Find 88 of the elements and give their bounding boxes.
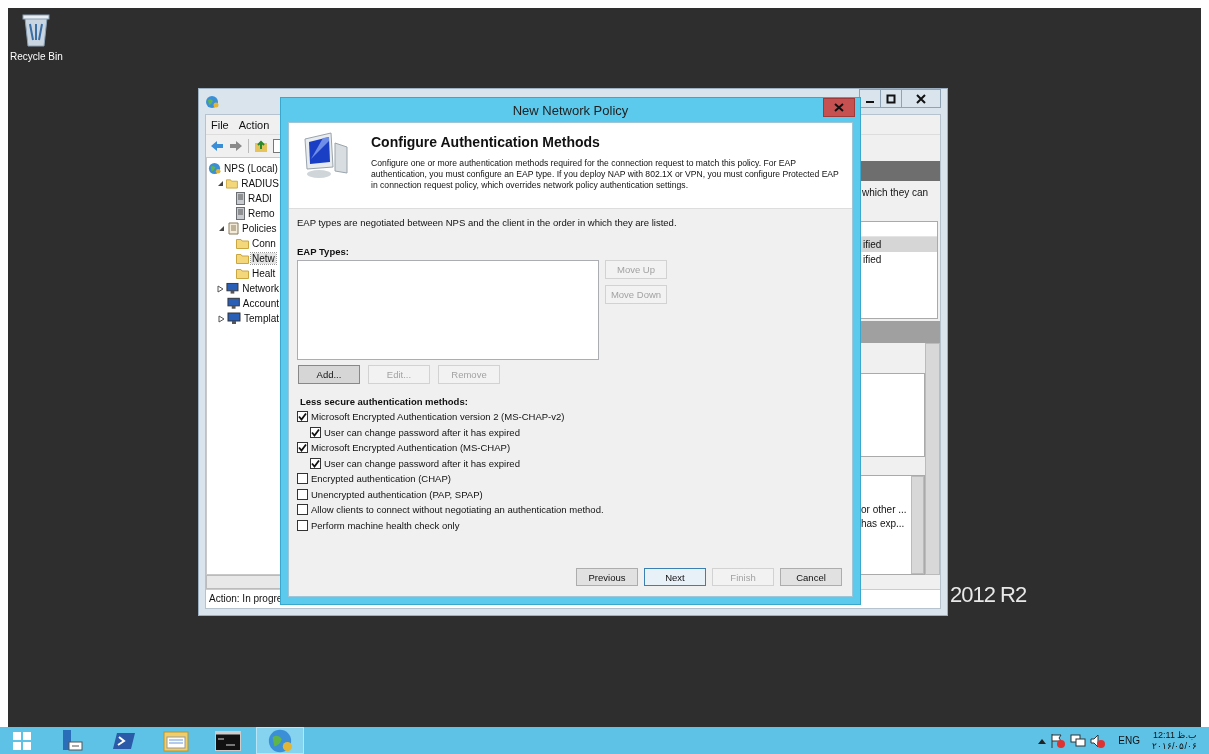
wizard-button[interactable]: Next: [644, 568, 706, 586]
tree-item[interactable]: Remo: [247, 208, 276, 219]
dialog-title: New Network Policy: [512, 102, 629, 118]
folder-icon: [226, 178, 239, 189]
list-row[interactable]: ified: [861, 252, 937, 267]
tree-item[interactable]: NPS (Local): [223, 163, 279, 174]
clock-time: 12:11 ب.ظ: [1153, 729, 1196, 741]
page-heading: Configure Authentication Methods: [371, 134, 601, 150]
checkbox-label[interactable]: Encrypted authentication (CHAP): [311, 473, 451, 485]
page-description: Configure one or more authentication methods required for the connection request to match this policy. For EAP authentication, you must configure an EAP type. If you deploy NAP with 802.1X or VPN, you must configure Protected EAP in connection request policy, which overrides network policy authentication settings.: [371, 158, 839, 191]
checkbox-label[interactable]: Allow clients to connect without negotiating an authentication method.: [311, 504, 604, 516]
list-action-button[interactable]: Add...: [298, 365, 360, 384]
tree-item[interactable]: Templat: [243, 313, 280, 324]
tree-item[interactable]: Netw: [251, 253, 276, 264]
checkbox-label[interactable]: User can change password after it has expired: [324, 457, 520, 469]
description-text: which they can: [861, 186, 930, 200]
minimize-button[interactable]: [859, 89, 881, 108]
folder-up-icon[interactable]: [254, 139, 268, 153]
wizard-button[interactable]: Cancel: [780, 568, 842, 586]
section-label: Less secure authentication methods:: [300, 396, 469, 407]
checkbox[interactable]: [297, 519, 308, 531]
globe-icon: [205, 94, 219, 109]
vertical-scrollbar[interactable]: [925, 343, 940, 575]
server-toolbox-icon: [60, 728, 84, 753]
close-icon: [834, 103, 844, 112]
network-icon[interactable]: [1070, 732, 1087, 749]
folder-icon: [236, 238, 249, 249]
expand-arrow-icon[interactable]: [217, 284, 225, 293]
folder-icon: [163, 728, 189, 753]
folder-icon: [236, 253, 249, 264]
recycle-bin-icon[interactable]: [21, 12, 52, 48]
tree-item[interactable]: Conn: [251, 238, 277, 249]
server-icon: [236, 192, 245, 205]
checkbox-label[interactable]: Microsoft Encrypted Authentication (MS-CHAP): [311, 442, 511, 454]
vertical-scrollbar[interactable]: [911, 476, 924, 574]
list-row[interactable]: has exp...: [861, 518, 911, 532]
globe-icon: [208, 162, 221, 175]
monitor-icon: [226, 282, 240, 295]
branding-text: 2012 R2: [950, 582, 1027, 608]
close-button[interactable]: [901, 89, 941, 108]
flag-alert-icon[interactable]: [1050, 732, 1067, 749]
scroll-icon: [227, 222, 239, 235]
tree-item[interactable]: RADIUS: [240, 178, 280, 189]
monitor-icon: [227, 312, 241, 325]
list-row[interactable]: ified: [861, 237, 937, 252]
checkbox-label[interactable]: User can change password after it has expired: [324, 426, 520, 438]
folder-icon: [236, 268, 249, 279]
checkbox[interactable]: [310, 457, 321, 469]
checkbox-label[interactable]: Perform machine health check only: [311, 519, 460, 531]
server-icon: [236, 207, 245, 220]
maximize-button[interactable]: [880, 89, 902, 108]
back-arrow-icon[interactable]: [210, 140, 224, 152]
menu-item[interactable]: Action: [238, 118, 270, 131]
console-window-icon: [215, 730, 241, 751]
tree-item[interactable]: Network: [241, 283, 280, 294]
maximize-icon: [886, 93, 896, 104]
monitor-icon: [226, 297, 240, 310]
globe-icon: [267, 727, 293, 754]
show-hidden-icons-icon[interactable]: [1038, 737, 1047, 744]
forward-arrow-icon[interactable]: [229, 140, 243, 152]
desktop-icon-label[interactable]: Recycle Bin: [10, 51, 63, 62]
checkbox[interactable]: [297, 411, 308, 423]
checkbox[interactable]: [310, 426, 321, 438]
section-label: EAP Types:: [297, 246, 350, 257]
clock[interactable]: 12:11 ب.ظ ۲۰۱۶/۰۵/۰۶: [1152, 729, 1197, 752]
clock-date: ۲۰۱۶/۰۵/۰۶: [1152, 740, 1197, 752]
menu-item[interactable]: File: [211, 118, 229, 131]
tree-item[interactable]: Account: [241, 298, 280, 309]
checkbox-label[interactable]: Microsoft Encrypted Authentication version 2 (MS-CHAP-v2): [311, 411, 565, 423]
checkbox-label[interactable]: Unencrypted authentication (PAP, SPAP): [311, 488, 483, 500]
tree-item[interactable]: RADI: [247, 193, 273, 204]
tree-item[interactable]: Policies: [241, 223, 278, 234]
list-row[interactable]: or other ...: [861, 504, 911, 518]
info-text: EAP types are negotiated between NPS and the client in the order in which they are listed.: [297, 217, 678, 228]
expand-arrow-icon[interactable]: [217, 314, 225, 323]
wizard-button[interactable]: Previous: [576, 568, 638, 586]
close-icon: [916, 93, 926, 104]
collapse-arrow-icon[interactable]: [217, 225, 225, 232]
windows-logo-icon: [12, 730, 32, 751]
input-language[interactable]: ENG: [1118, 735, 1140, 746]
checkbox[interactable]: [297, 473, 308, 485]
speaker-muted-icon[interactable]: [1090, 732, 1107, 749]
checkbox[interactable]: [297, 504, 308, 516]
minimize-icon: [866, 100, 874, 103]
collapse-arrow-icon[interactable]: [217, 180, 225, 187]
checkbox[interactable]: [297, 442, 308, 454]
tree-item[interactable]: Healt: [251, 268, 277, 279]
checkbox[interactable]: [297, 488, 308, 500]
